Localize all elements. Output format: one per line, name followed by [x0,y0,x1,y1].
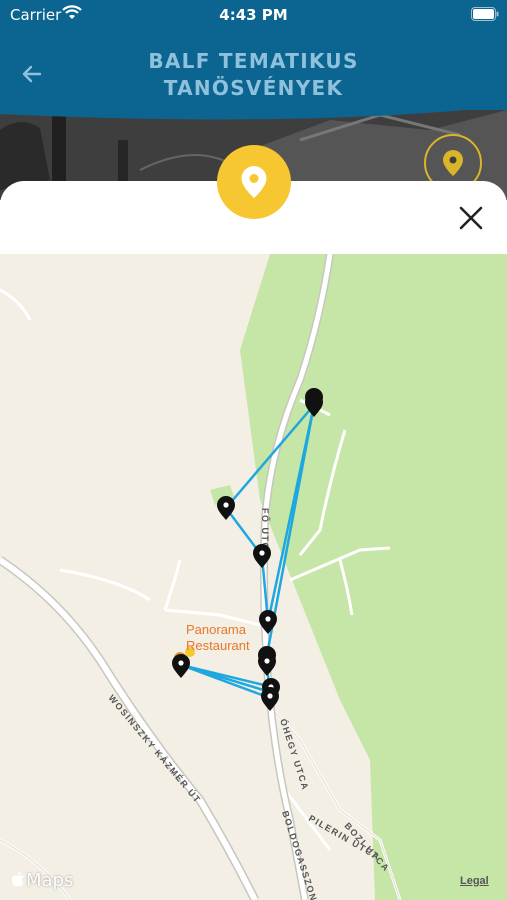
clock: 4:43 PM [219,6,288,24]
maps-attribution-label: Maps [26,870,74,891]
title-line-2: TANÖSVÉNYEK [163,76,344,100]
street-label-wosinszky: WOSINSZKY KÁZMÉR ÚT [106,692,203,805]
poi-label-restaurant[interactable]: Panorama Restaurant [186,622,250,654]
poi-label-line-1: Panorama [186,622,246,637]
map-marker-icon[interactable] [172,654,190,678]
maps-attribution: Maps [11,870,74,891]
map-marker-icon[interactable] [253,544,271,568]
map-marker-icon[interactable] [258,652,276,676]
apple-logo-icon [11,871,24,887]
map-canvas: FŐ UTCA ÓHEGY UTCA WOSINSZKY KÁZMÉR ÚT B… [0,254,507,900]
sheet-location-pin [217,145,291,219]
secondary-road-casing [0,556,260,900]
map-marker-icon[interactable] [261,687,279,711]
battery-icon [471,7,499,21]
legal-link[interactable]: Legal [460,875,489,887]
location-pin-icon [241,166,267,198]
poi-label-line-2: Restaurant [186,638,250,653]
title-line-1: BALF TEMATIKUS [148,49,359,73]
close-icon[interactable] [456,203,486,233]
secondary-road [0,557,258,900]
header-curve [0,100,507,120]
back-arrow-icon[interactable] [18,60,46,88]
location-pin-icon [443,150,463,176]
page-title: BALF TEMATIKUS TANÖSVÉNYEK [100,48,407,102]
header: BALF TEMATIKUS TANÖSVÉNYEK [0,30,507,110]
park-area [240,254,507,900]
status-bar: Carrier 4:43 PM [0,0,507,30]
map-view[interactable]: FŐ UTCA ÓHEGY UTCA WOSINSZKY KÁZMÉR ÚT B… [0,254,507,900]
